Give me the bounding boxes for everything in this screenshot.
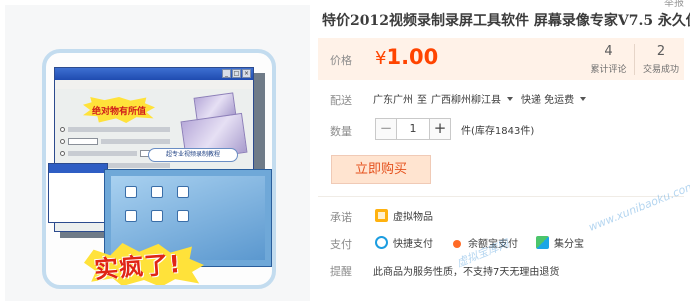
quantity-label: 数量 <box>330 125 352 138</box>
tutorial-tip-label: 超专业视频录制教程 <box>148 148 238 162</box>
notice-label: 提醒 <box>330 265 352 278</box>
price-value: ¥1.00 <box>375 45 438 69</box>
minimize-icon: _ <box>222 69 231 78</box>
divider <box>318 196 684 197</box>
quantity-stepper: − 1 + <box>375 118 451 140</box>
price-label: 价格 <box>330 54 352 67</box>
deals-count: 2 <box>656 44 666 59</box>
promise-item[interactable]: 虚拟物品 <box>393 208 433 223</box>
jifenbao-icon <box>536 236 549 249</box>
buy-now-button[interactable]: 立即购买 <box>331 155 431 184</box>
ship-from: 广东广州 <box>373 95 413 106</box>
close-icon: × <box>242 69 251 78</box>
payment-method[interactable]: 集分宝 <box>554 235 584 250</box>
deals-label: 交易成功 <box>642 65 679 75</box>
window-titlebar: _ □ × <box>55 68 253 80</box>
report-link[interactable]: 举报 <box>664 0 684 9</box>
desktop-icon <box>177 210 189 222</box>
maximize-icon: □ <box>232 69 241 78</box>
file-list-window <box>48 163 108 223</box>
shipping-label: 配送 <box>330 94 352 107</box>
desktop-icon <box>151 210 163 222</box>
price-panel: 价格 ¥1.00 4 累计评论 2 交易成功 <box>318 38 684 80</box>
virtual-goods-icon <box>375 209 388 222</box>
reviews-count: 4 <box>604 44 613 59</box>
product-main-image[interactable]: _ □ × 绝对物有所值 超专业视频录制教程 实疯了! <box>5 5 310 301</box>
deals-stat: 2 交易成功 <box>635 44 687 75</box>
balance-pay-icon <box>451 236 463 249</box>
promise-label: 承诺 <box>330 211 352 224</box>
software-screenshot-frame: _ □ × 绝对物有所值 超专业视频录制教程 实疯了! <box>42 49 276 289</box>
shipping-row: 广东广州 至 广西柳州柳江县 快递 免运费 <box>373 91 594 106</box>
desktop-icon <box>125 186 137 198</box>
reviews-label: 累计评论 <box>590 65 627 75</box>
product-title: 特价2012视频录制录屏工具软件 屏幕录像专家V7.5 永久使用 <box>322 13 690 29</box>
window-menubar <box>55 80 253 89</box>
value-badge: 绝对物有所值 <box>83 97 155 123</box>
ship-method-select[interactable]: 快递 免运费 <box>521 91 574 106</box>
increase-button[interactable]: + <box>429 118 451 140</box>
desktop-icon <box>177 186 189 198</box>
payment-method[interactable]: 快捷支付 <box>393 235 433 250</box>
price-amount: 1.00 <box>386 45 439 69</box>
quantity-input[interactable]: 1 <box>397 118 429 140</box>
stock-text: 件(库存1843件) <box>461 126 535 137</box>
desktop-icon <box>125 210 137 222</box>
reviews-stat[interactable]: 4 累计评论 <box>583 44 635 75</box>
sale-banner-text: 实疯了! <box>93 249 182 284</box>
promise-row: 虚拟物品 <box>375 208 433 223</box>
ship-to-word: 至 <box>417 95 427 106</box>
currency-symbol: ¥ <box>375 48 387 69</box>
desktop-icon <box>151 186 163 198</box>
quick-pay-icon <box>375 236 388 249</box>
value-badge-text: 绝对物有所值 <box>91 106 146 117</box>
decrease-button[interactable]: − <box>375 118 397 140</box>
chevron-down-icon[interactable] <box>580 96 587 101</box>
chevron-down-icon[interactable] <box>507 96 513 101</box>
watermark-url: www.xunibaoku.com <box>586 179 690 234</box>
ship-to-select[interactable]: 广西柳州柳江县 <box>431 91 501 106</box>
payment-label: 支付 <box>330 238 352 251</box>
